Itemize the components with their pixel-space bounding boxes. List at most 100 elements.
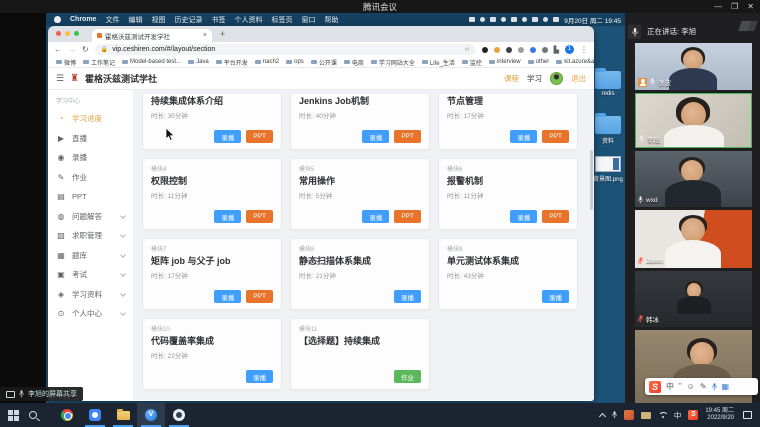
star-icon[interactable]: ☆: [464, 46, 469, 53]
notification-center-icon[interactable]: [743, 411, 752, 419]
extension-icon[interactable]: [494, 47, 500, 53]
reload-icon[interactable]: ↻: [82, 45, 89, 54]
pen-icon[interactable]: ✎: [700, 382, 707, 391]
mic-button[interactable]: [628, 25, 641, 39]
mac-zoom-light[interactable]: [74, 31, 79, 36]
ppt-button[interactable]: PPT: [542, 130, 569, 143]
nav-course[interactable]: 课程: [504, 73, 519, 84]
user-avatar[interactable]: [550, 72, 563, 85]
browser-tab[interactable]: 霍格沃兹测试开发学社 ×: [92, 29, 212, 42]
minimize-button[interactable]: —: [714, 2, 722, 11]
screen-mirroring-icon[interactable]: [469, 17, 475, 22]
participant-tile[interactable]: Jaxon: [635, 210, 752, 268]
sidebar-item-materials[interactable]: ◈学习资料: [48, 285, 133, 305]
bookmark-item[interactable]: other: [528, 59, 550, 65]
recording-button[interactable]: 录播: [510, 130, 537, 143]
address-bar[interactable]: 🔒 vip.ceshiren.com/#/layout/section ☆: [95, 44, 476, 55]
hamburger-menu-icon[interactable]: ☰: [56, 73, 64, 84]
mac-close-light[interactable]: [56, 31, 61, 36]
mac-minimize-light[interactable]: [65, 31, 70, 36]
menu-chrome[interactable]: Chrome: [70, 16, 96, 23]
logout-link[interactable]: 退出: [571, 73, 586, 84]
tray-expand-icon[interactable]: [599, 412, 606, 419]
display-icon[interactable]: [490, 17, 496, 22]
extension-icon[interactable]: [506, 47, 512, 53]
desktop-icon-redis[interactable]: redis: [591, 71, 625, 97]
chrome-profile-avatar[interactable]: 1: [565, 45, 574, 54]
taskbar-wecom[interactable]: [81, 403, 109, 427]
menu-tabs[interactable]: 标签页: [271, 15, 292, 25]
ime-skin-icon[interactable]: ▦: [722, 382, 730, 391]
meeting-status-icon[interactable]: [532, 17, 538, 22]
taskbar-clock[interactable]: 19:45 周二 2022/9/20: [705, 408, 734, 423]
taskbar-chrome[interactable]: [53, 403, 81, 427]
participant-tile[interactable]: 张波: [635, 43, 752, 90]
input-language-indicator[interactable]: 中: [674, 410, 682, 421]
ppt-button[interactable]: PPT: [246, 290, 273, 303]
menu-window[interactable]: 窗口: [301, 15, 315, 25]
menu-file[interactable]: 文件: [105, 15, 119, 25]
tab-close-icon[interactable]: ×: [203, 32, 207, 39]
start-button[interactable]: [8, 410, 19, 421]
ppt-button[interactable]: PPT: [394, 130, 421, 143]
ppt-button[interactable]: PPT: [246, 130, 273, 143]
control-center-icon[interactable]: [553, 17, 559, 22]
menu-view[interactable]: 视图: [151, 15, 165, 25]
back-icon[interactable]: ←: [54, 45, 62, 54]
sogou-logo-icon[interactable]: S: [649, 381, 661, 393]
new-tab-button[interactable]: +: [220, 29, 225, 39]
bluetooth-icon[interactable]: [501, 17, 506, 22]
close-button[interactable]: ✕: [747, 2, 754, 11]
homework-button[interactable]: 作业: [394, 370, 421, 383]
recording-button[interactable]: 录播: [214, 130, 241, 143]
bookmark-item[interactable]: 工作笔记: [83, 58, 115, 67]
tray-app-icon[interactable]: [624, 410, 634, 420]
recording-button[interactable]: 录播: [362, 210, 389, 223]
desktop-icon-ziliao[interactable]: 资料: [591, 116, 625, 145]
bookmark-item[interactable]: 监控: [462, 58, 482, 67]
tray-folder-icon[interactable]: [641, 412, 651, 419]
sidebar-item-profile[interactable]: ⊙个人中心: [48, 304, 133, 324]
wifi-icon[interactable]: [522, 17, 527, 22]
recording-button[interactable]: 录播: [214, 210, 241, 223]
network-icon[interactable]: [658, 412, 667, 419]
bookmark-item[interactable]: ops: [286, 59, 304, 65]
ppt-button[interactable]: PPT: [542, 210, 569, 223]
tray-mic-icon[interactable]: [612, 411, 617, 419]
maximize-button[interactable]: ❐: [731, 2, 738, 11]
extensions-puzzle-icon[interactable]: ▙: [554, 46, 559, 54]
bookmark-item[interactable]: 公开课: [311, 58, 337, 67]
forward-icon[interactable]: →: [68, 45, 76, 54]
ime-punct-icon[interactable]: ”: [679, 382, 682, 391]
taskbar-meeting[interactable]: V: [137, 403, 165, 427]
bookmark-item[interactable]: nach2: [255, 59, 279, 65]
menu-help[interactable]: 帮助: [324, 15, 338, 25]
bookmark-item[interactable]: kit.azure&algorithm: [556, 59, 594, 65]
bookmark-item[interactable]: Life_生活: [422, 58, 455, 67]
taskbar-search-icon[interactable]: [29, 411, 37, 419]
menu-profiles[interactable]: 个人资料: [234, 15, 262, 25]
recording-button[interactable]: 录播: [394, 290, 421, 303]
recording-button[interactable]: 录播: [542, 290, 569, 303]
page-scrollbar[interactable]: [590, 150, 593, 210]
extension-icon[interactable]: [482, 47, 488, 53]
sidebar-item-career[interactable]: ▧求职管理: [48, 226, 133, 246]
participant-tile[interactable]: wxd: [635, 151, 752, 207]
bookmark-item[interactable]: 电商: [344, 58, 364, 67]
status-icon[interactable]: [480, 17, 485, 22]
bookmark-item[interactable]: Java: [188, 59, 209, 65]
bookmark-item[interactable]: 微博: [56, 58, 76, 67]
ime-lang-toggle[interactable]: 中: [666, 381, 674, 392]
menu-edit[interactable]: 编辑: [128, 15, 142, 25]
spotlight-icon[interactable]: [543, 17, 548, 22]
sidebar-item-qa[interactable]: ◍问题解答: [48, 207, 133, 227]
sidebar-item-live[interactable]: ▶直播: [48, 129, 133, 149]
emoji-icon[interactable]: ☺: [687, 382, 695, 391]
participant-tile-speaking[interactable]: 李旭: [635, 93, 752, 148]
ime-toolbar[interactable]: S 中 ” ☺ ✎ ▦: [645, 378, 758, 395]
bookmark-item[interactable]: interview: [489, 59, 521, 65]
recording-button[interactable]: 录播: [362, 130, 389, 143]
menubar-clock[interactable]: 9月20日 周二 19:45: [564, 15, 621, 25]
ppt-button[interactable]: PPT: [246, 210, 273, 223]
desktop-icon-image[interactable]: 背景图.png: [591, 156, 625, 183]
